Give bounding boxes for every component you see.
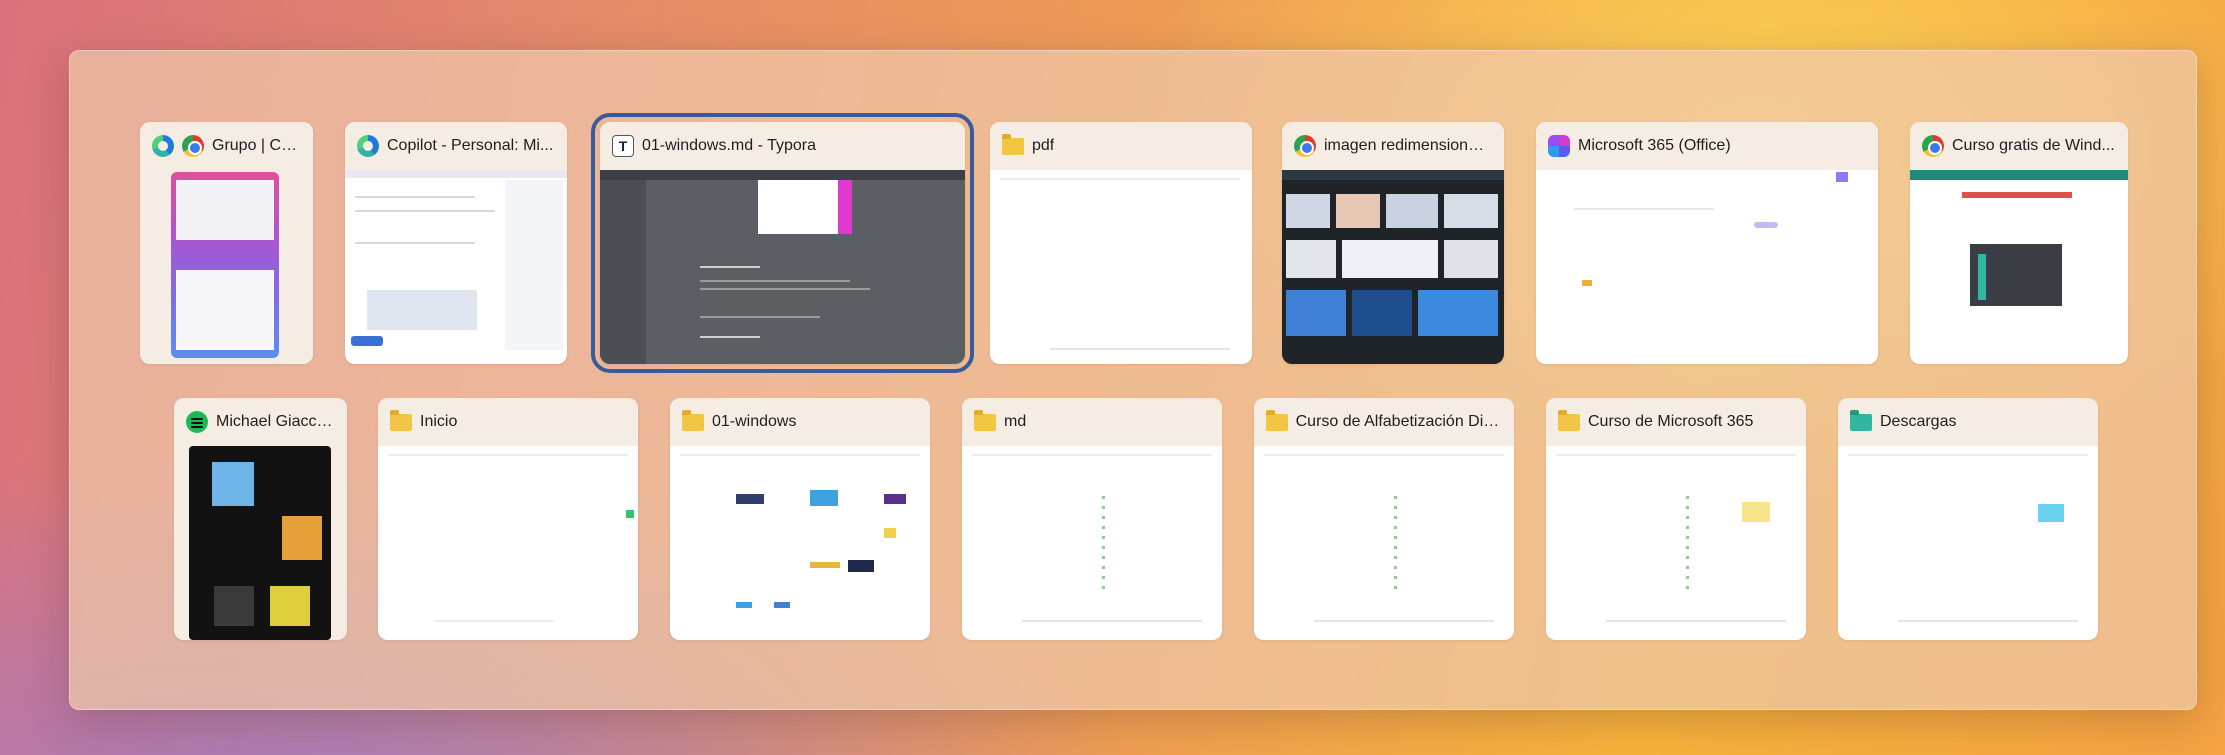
window-title: Curso de Microsoft 365	[1588, 413, 1754, 430]
task-switcher-panel: Grupo | Co... Copilot - Personal: Mi... …	[69, 50, 2197, 710]
chrome-icon	[182, 135, 204, 157]
window-thumbnail	[174, 446, 347, 640]
window-thumbnail	[670, 446, 930, 640]
m365-icon	[1548, 135, 1570, 157]
window-card-typora[interactable]: T 01-windows.md - Typora	[591, 113, 974, 373]
window-title: Michael Giacch...	[216, 413, 335, 430]
edge-icon	[152, 135, 174, 157]
folder-icon	[974, 409, 996, 431]
window-card-header: Microsoft 365 (Office)	[1536, 122, 1878, 170]
folder-icon	[1558, 409, 1580, 431]
window-title: Microsoft 365 (Office)	[1578, 137, 1731, 154]
window-thumbnail	[1536, 170, 1878, 364]
chrome-icon	[1294, 135, 1316, 157]
window-card-inicio[interactable]: Inicio	[378, 398, 638, 640]
window-card-curso-alfabetizacion[interactable]: Curso de Alfabetización Dig...	[1254, 398, 1514, 640]
window-card-header: Descargas	[1838, 398, 2098, 446]
window-thumbnail	[1838, 446, 2098, 640]
window-thumbnail	[1254, 446, 1514, 640]
window-card-header: Curso de Alfabetización Dig...	[1254, 398, 1514, 446]
folder-icon	[390, 409, 412, 431]
window-thumbnail	[345, 170, 567, 364]
window-card-header: Copilot - Personal: Mi...	[345, 122, 567, 170]
window-card-md[interactable]: md	[962, 398, 1222, 640]
window-title: Curso de Alfabetización Dig...	[1295, 413, 1502, 430]
window-card-01-windows[interactable]: 01-windows	[670, 398, 930, 640]
window-title: 01-windows.md - Typora	[642, 137, 816, 154]
window-thumbnail	[378, 446, 638, 640]
edge-icon	[357, 135, 379, 157]
window-card-header: Curso gratis de Wind...	[1910, 122, 2128, 170]
window-card-spotify[interactable]: Michael Giacch...	[174, 398, 347, 640]
typora-icon: T	[612, 135, 634, 157]
spotify-icon	[186, 411, 208, 433]
window-card-header: T 01-windows.md - Typora	[600, 122, 965, 170]
window-title: Descargas	[1880, 413, 1957, 430]
window-card-copilot[interactable]: Copilot - Personal: Mi...	[345, 122, 567, 364]
window-title: Grupo | Co...	[212, 137, 301, 154]
window-thumbnail	[990, 170, 1252, 364]
window-title: md	[1004, 413, 1027, 430]
window-card-curso-windows[interactable]: Curso gratis de Wind...	[1910, 122, 2128, 364]
window-title: Curso gratis de Wind...	[1952, 137, 2115, 154]
window-card-header: Inicio	[378, 398, 638, 446]
window-card-header: Curso de Microsoft 365	[1546, 398, 1806, 446]
window-title: Copilot - Personal: Mi...	[387, 137, 554, 154]
window-title: pdf	[1032, 137, 1055, 154]
window-card-m365[interactable]: Microsoft 365 (Office)	[1536, 122, 1878, 364]
window-card-header: imagen redimensionar...	[1282, 122, 1504, 170]
folder-icon	[1002, 133, 1024, 155]
window-card-grupo[interactable]: Grupo | Co...	[140, 122, 313, 364]
window-card-descargas[interactable]: Descargas	[1838, 398, 2098, 640]
folder-icon	[682, 409, 704, 431]
window-card-imagen[interactable]: imagen redimensionar...	[1282, 122, 1504, 364]
window-thumbnail	[1910, 170, 2128, 364]
window-card-curso-m365[interactable]: Curso de Microsoft 365	[1546, 398, 1806, 640]
window-card-header: Grupo | Co...	[140, 122, 313, 170]
window-thumbnail	[600, 170, 965, 364]
window-card-header: md	[962, 398, 1222, 446]
window-thumbnail	[1282, 170, 1504, 364]
window-thumbnail	[1546, 446, 1806, 640]
window-card-header: Michael Giacch...	[174, 398, 347, 446]
window-title: Inicio	[420, 413, 458, 430]
chrome-icon	[1922, 135, 1944, 157]
window-card-header: 01-windows	[670, 398, 930, 446]
window-thumbnail	[962, 446, 1222, 640]
window-card-header: pdf	[990, 122, 1252, 170]
folder-downloads-icon	[1850, 409, 1872, 431]
window-card-pdf[interactable]: pdf	[990, 122, 1252, 364]
window-thumbnail	[140, 170, 313, 364]
folder-icon	[1266, 409, 1288, 431]
window-title: imagen redimensionar...	[1324, 137, 1492, 154]
window-title: 01-windows	[712, 413, 797, 430]
